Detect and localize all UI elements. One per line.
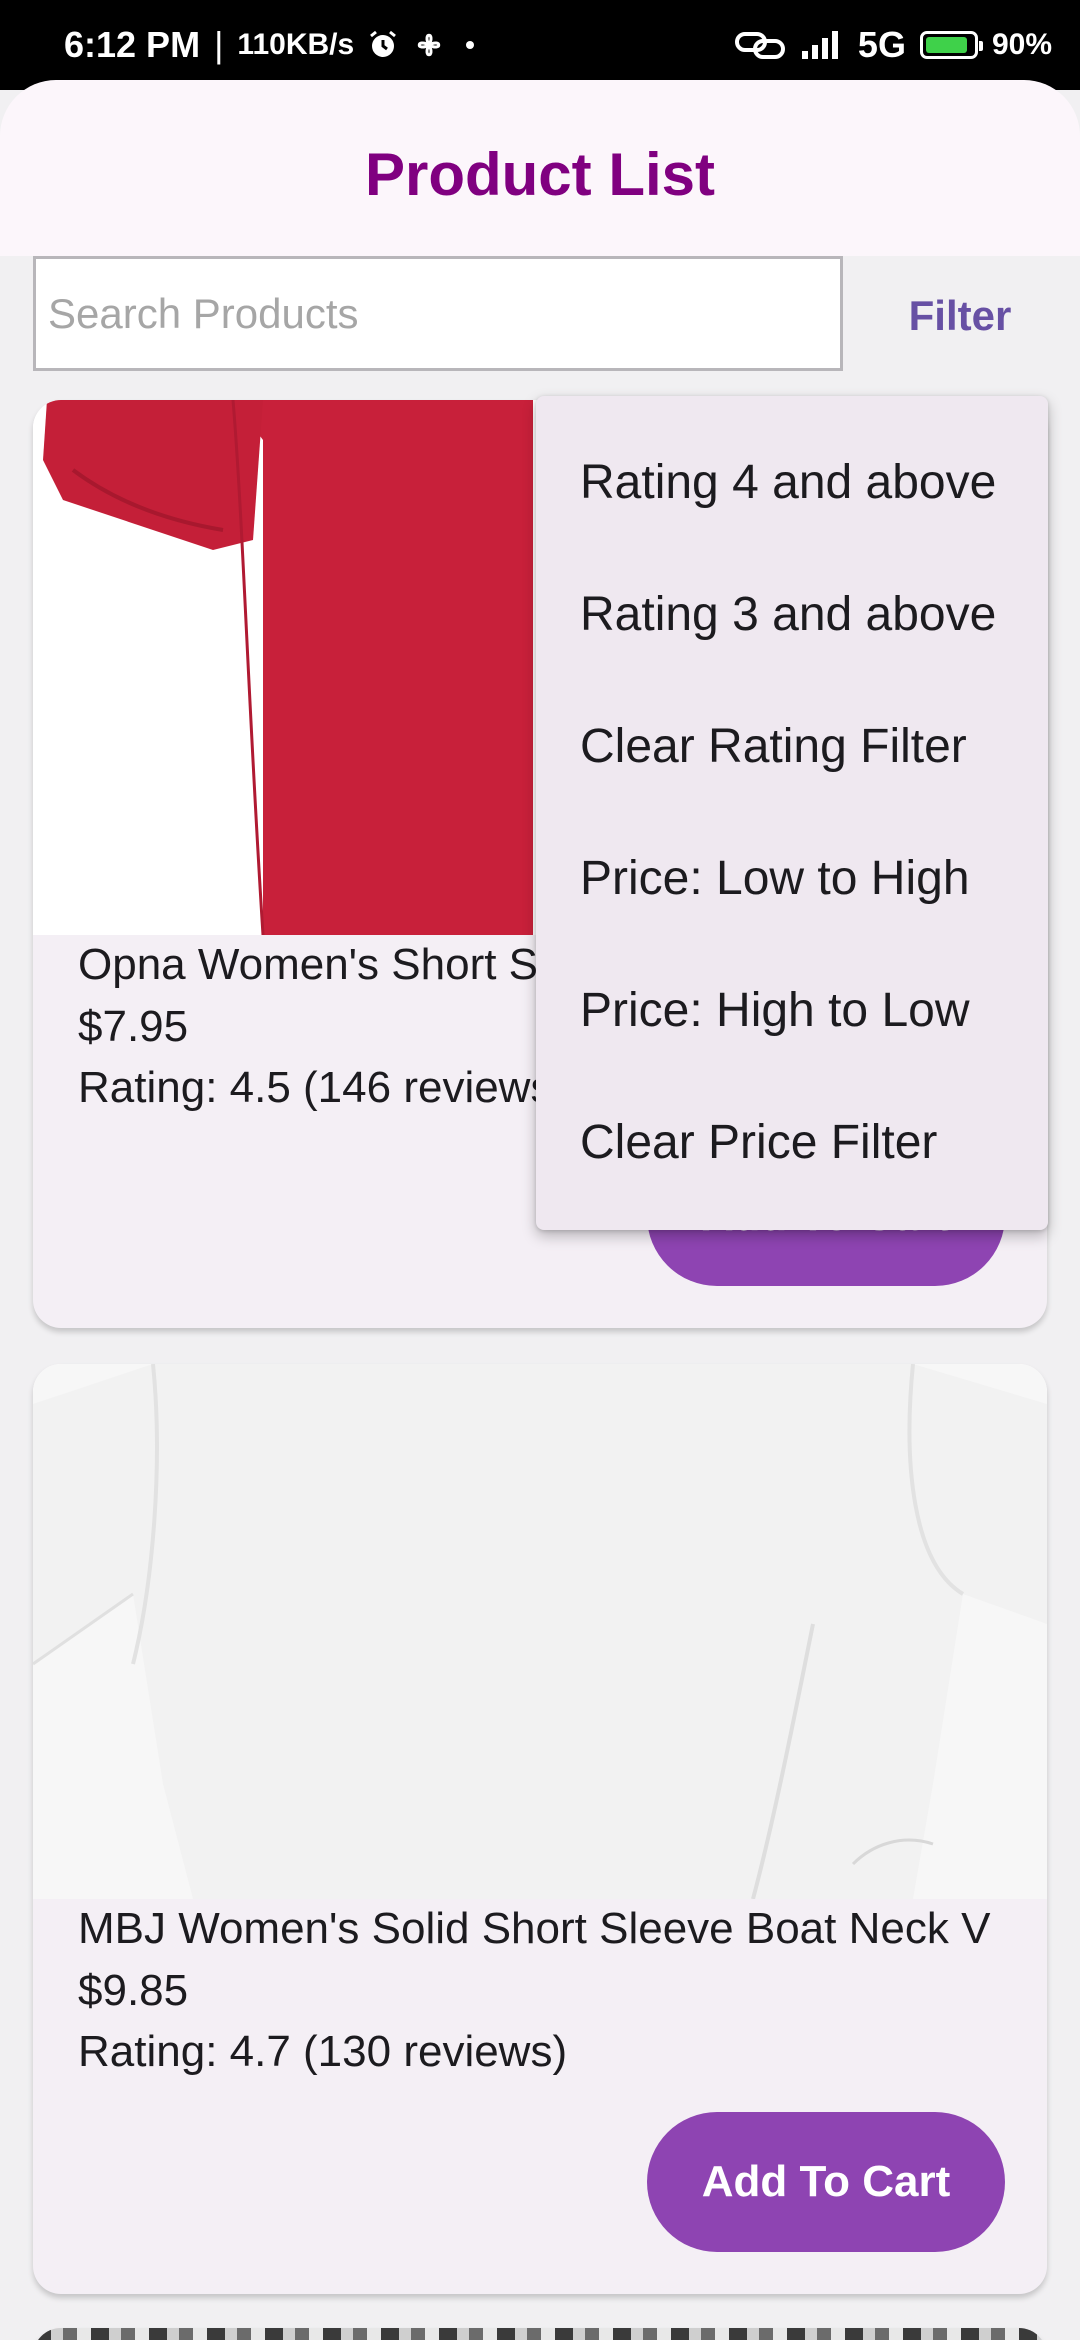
battery-icon <box>919 31 983 59</box>
product-image[interactable] <box>33 2328 1047 2340</box>
link-icon <box>734 28 786 62</box>
status-separator: | <box>214 24 224 65</box>
app-bar: Product List <box>0 80 1080 256</box>
status-left: 6:12 PM | 110KB/s <box>64 24 480 66</box>
menu-item-rating-4[interactable]: Rating 4 and above <box>536 416 1048 548</box>
menu-item-price-low-high[interactable]: Price: Low to High <box>536 812 1048 944</box>
product-name: MBJ Women's Solid Short Sleeve Boat Neck… <box>78 1904 991 1953</box>
menu-item-clear-rating[interactable]: Clear Rating Filter <box>536 680 1048 812</box>
product-card[interactable]: MBJ Women's Solid Short Sleeve Boat Neck… <box>33 1364 1047 2294</box>
notification-dot-icon <box>460 35 480 55</box>
menu-item-rating-3[interactable]: Rating 3 and above <box>536 548 1048 680</box>
filter-button[interactable]: Filter <box>880 256 1040 376</box>
menu-item-price-high-low[interactable]: Price: High to Low <box>536 944 1048 1076</box>
product-price: $9.85 <box>78 1966 189 2015</box>
search-input[interactable] <box>33 256 843 371</box>
filter-menu: Rating 4 and above Rating 3 and above Cl… <box>536 396 1048 1230</box>
status-bar: 6:12 PM | 110KB/s 5G 90% <box>0 0 1080 90</box>
fan-icon <box>412 28 446 62</box>
add-to-cart-button[interactable]: Add To Cart <box>647 2112 1005 2252</box>
search-row: Filter <box>0 256 1080 380</box>
white-shirt-image <box>33 1364 1047 1899</box>
network-type: 5G <box>857 24 906 65</box>
menu-item-clear-price[interactable]: Clear Price Filter <box>536 1076 1048 1208</box>
alarm-icon <box>368 30 398 60</box>
product-rating: Rating: 4.5 (146 reviews) <box>78 1063 568 1112</box>
signal-icon <box>800 29 844 61</box>
product-rating: Rating: 4.7 (130 reviews) <box>78 2027 568 2076</box>
battery-percent: 90% <box>991 28 1052 61</box>
status-time: 6:12 PM <box>64 24 201 65</box>
network-speed: 110KB/s <box>237 28 355 61</box>
product-name: Opna Women's Short Sl <box>78 940 548 989</box>
product-image[interactable] <box>33 1364 1047 1899</box>
product-price: $7.95 <box>78 1002 189 1051</box>
status-right: 5G 90% <box>734 24 1052 66</box>
product-card[interactable] <box>33 2328 1047 2340</box>
page-title: Product List <box>364 140 715 208</box>
battery-fill <box>925 37 968 53</box>
